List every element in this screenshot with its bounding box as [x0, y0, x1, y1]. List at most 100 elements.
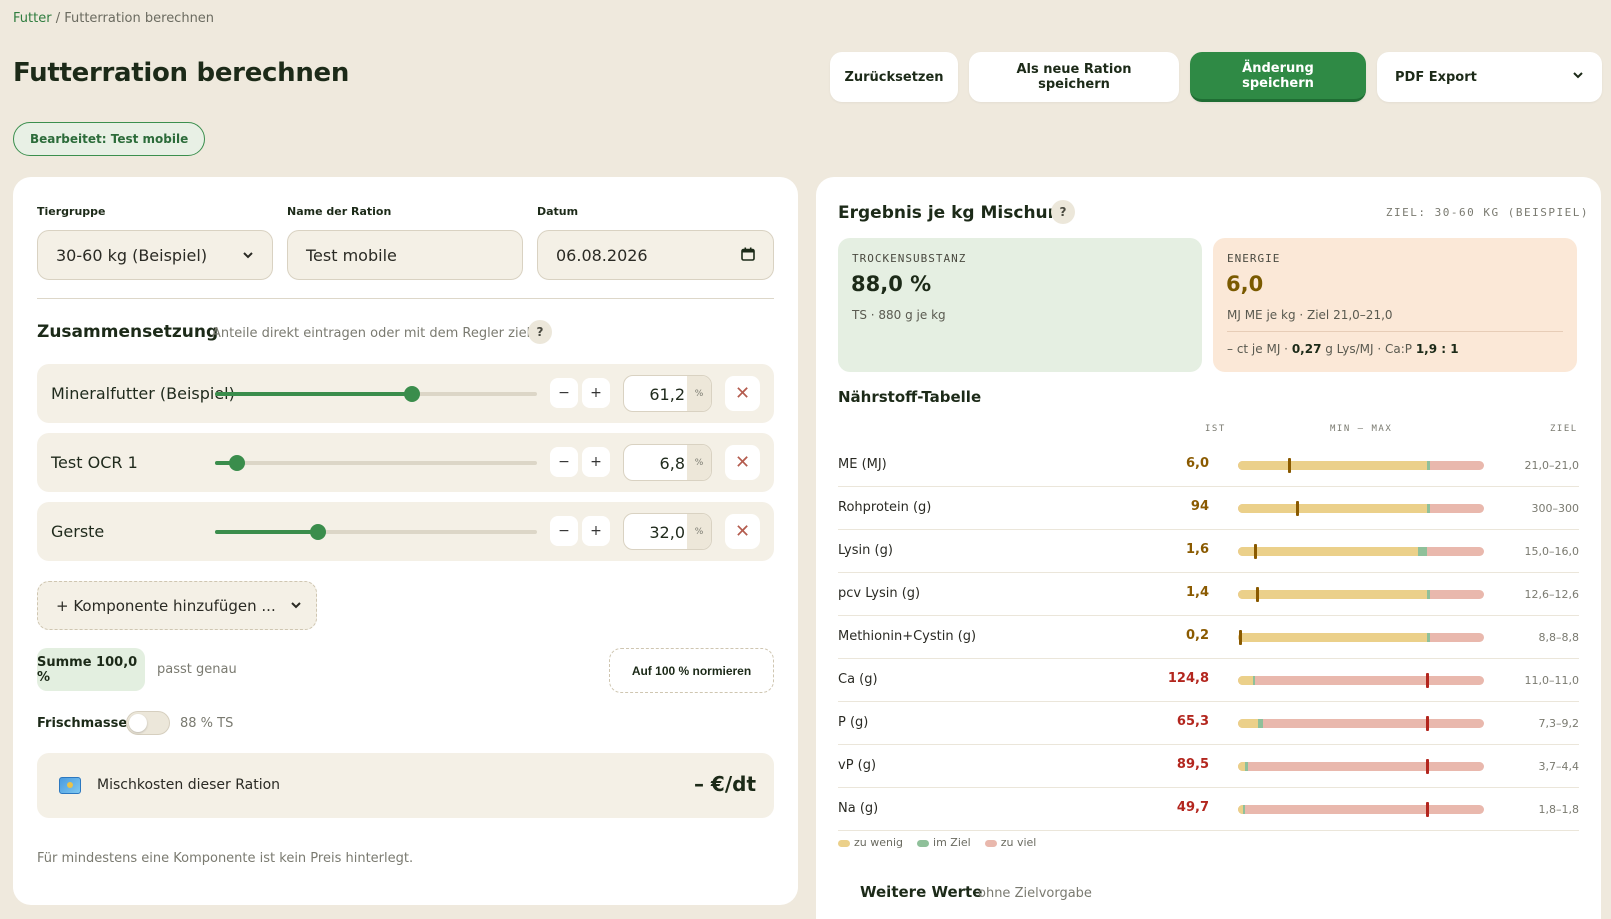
breadcrumb: Futter / Futterration berechnen	[13, 11, 214, 26]
lys-per-mj-value: 0,27	[1291, 342, 1322, 356]
range-target-segment	[1427, 633, 1430, 642]
component-row: Test OCR 1 − +6,8% ✕	[37, 433, 774, 492]
breadcrumb-current: Futterration berechnen	[64, 11, 215, 26]
breadcrumb-link-futter[interactable]: Futter	[13, 11, 52, 26]
component-slider[interactable]	[215, 386, 537, 402]
sum-badge: Summe 100,0 %	[37, 648, 145, 691]
nutrient-head-ist: IST	[1205, 424, 1226, 434]
remove-component-button[interactable]: ✕	[725, 514, 760, 549]
component-percent-input[interactable]: 6,8%	[623, 444, 712, 481]
nutrient-name: Na (g)	[838, 801, 879, 816]
increase-button[interactable]: +	[582, 447, 610, 477]
percent-unit: %	[687, 376, 711, 411]
ration-name-input[interactable]: Test mobile	[287, 230, 523, 280]
nutrient-ziel-value: 1,8–1,8	[1538, 803, 1580, 816]
chevron-down-icon	[1572, 69, 1584, 85]
datum-input[interactable]: 06.08.2026	[537, 230, 774, 280]
component-percent-input[interactable]: 61,2%	[623, 375, 712, 412]
component-row: Gerste − +32,0% ✕	[37, 502, 774, 561]
nutrient-range-bar	[1238, 805, 1484, 814]
component-slider[interactable]	[215, 455, 537, 471]
breadcrumb-separator: /	[55, 11, 61, 26]
nutrient-ist-value: 124,8	[1167, 671, 1209, 686]
component-name: Mineralfutter (Beispiel)	[51, 384, 235, 403]
energy-divider	[1227, 331, 1563, 332]
component-name: Test OCR 1	[51, 453, 138, 472]
more-values-subtitle: ohne Zielvorgabe	[978, 886, 1092, 901]
increase-button[interactable]: +	[582, 378, 610, 408]
pdf-export-select[interactable]: PDF Export	[1377, 52, 1602, 102]
nutrient-ist-marker	[1425, 673, 1429, 688]
nutrient-name: P (g)	[838, 715, 869, 730]
slider-handle[interactable]	[228, 455, 245, 471]
chevron-down-icon	[290, 597, 302, 615]
remove-component-button[interactable]: ✕	[725, 376, 760, 411]
decrease-button[interactable]: −	[550, 378, 578, 408]
component-percent-input[interactable]: 32,0%	[623, 513, 712, 550]
close-icon: ✕	[734, 383, 751, 404]
nutrient-head-ziel: ZIEL	[1550, 424, 1578, 434]
range-low-segment	[1238, 504, 1428, 513]
nutrient-ziel-value: 12,6–12,6	[1524, 588, 1579, 601]
nutrient-ist-value: 1,6	[1185, 542, 1209, 557]
result-target-label: ZIEL: 30-60 KG (BEISPIEL)	[1385, 206, 1589, 219]
normalize-button[interactable]: Auf 100 % normieren	[609, 648, 774, 693]
reset-button[interactable]: Zurücksetzen	[830, 52, 958, 102]
energy-extra: – ct je MJ · 0,27 g Lys/MJ · Ca:P 1,9 : …	[1227, 342, 1459, 356]
datum-value: 06.08.2026	[556, 245, 648, 265]
nutrient-range-bar	[1238, 719, 1484, 728]
nutrient-legend: zu wenig im Ziel zu viel	[838, 836, 1036, 849]
add-component-select[interactable]: + Komponente hinzufügen ...	[37, 581, 317, 630]
range-target-segment	[1252, 676, 1256, 685]
nutrient-row: Ca (g) 124,8 11,0–11,0	[838, 659, 1579, 702]
add-component-label: + Komponente hinzufügen ...	[56, 596, 276, 615]
range-low-segment	[1238, 676, 1253, 685]
tiergruppe-select[interactable]: 30-60 kg (Beispiel)	[37, 230, 273, 280]
slider-handle[interactable]	[310, 524, 327, 540]
range-low-segment	[1238, 547, 1418, 556]
energy-extra-mid: g Lys/MJ · Ca:P	[1321, 342, 1416, 356]
nutrient-ist-value: 89,5	[1176, 757, 1209, 772]
fresh-mass-label: Frischmasse	[37, 716, 128, 731]
calendar-icon[interactable]	[741, 246, 755, 265]
energy-extra-prefix: – ct je MJ ·	[1227, 342, 1292, 356]
increase-button[interactable]: +	[582, 516, 610, 546]
decrease-button[interactable]: −	[550, 516, 578, 546]
legend-label-low: zu wenig	[854, 836, 904, 849]
nutrient-range-bar	[1238, 762, 1484, 771]
legend-swatch-high	[984, 839, 997, 847]
mix-cost-label: Mischkosten dieser Ration	[97, 777, 281, 793]
composition-title: Zusammensetzung	[37, 322, 219, 342]
nutrient-head-range: MIN — MAX	[1330, 424, 1393, 434]
nutrient-ist-value: 0,2	[1185, 628, 1209, 643]
price-footnote: Für mindestens eine Komponente ist kein …	[37, 851, 414, 866]
composition-help-button[interactable]: ?	[528, 320, 552, 344]
chevron-down-icon	[242, 246, 254, 265]
nutrient-ist-marker	[1425, 802, 1429, 817]
nutrient-name: pcv Lysin (g)	[838, 586, 921, 601]
percent-unit: %	[687, 445, 711, 480]
fresh-mass-toggle[interactable]	[126, 711, 170, 735]
legend-label-high: zu viel	[1000, 836, 1037, 849]
range-low-segment	[1238, 762, 1246, 771]
decrease-button[interactable]: −	[550, 447, 578, 477]
tiergruppe-value: 30-60 kg (Beispiel)	[56, 245, 208, 265]
result-help-button[interactable]: ?	[1051, 200, 1075, 224]
nutrient-row: pcv Lysin (g) 1,4 12,6–12,6	[838, 573, 1579, 616]
nutrient-table-title: Nährstoff-Tabelle	[838, 388, 982, 406]
component-percent-value: 6,8	[659, 454, 685, 473]
save-changes-button[interactable]: Änderung speichern	[1190, 52, 1366, 102]
remove-component-button[interactable]: ✕	[725, 445, 760, 480]
nutrient-range-bar	[1238, 676, 1484, 685]
save-new-ration-button[interactable]: Als neue Ration speichern	[969, 52, 1179, 102]
nutrient-ist-marker	[1295, 501, 1299, 516]
tiergruppe-label: Tiergruppe	[37, 205, 106, 218]
component-percent-value: 61,2	[649, 385, 685, 404]
nutrient-ziel-value: 7,3–9,2	[1538, 717, 1580, 730]
component-slider[interactable]	[215, 524, 537, 540]
banknote-icon	[59, 777, 81, 794]
nutrient-row: ME (MJ) 6,0 21,0–21,0	[838, 444, 1579, 487]
energy-sub: MJ ME je kg · Ziel 21,0–21,0	[1227, 308, 1393, 322]
nutrient-range-bar	[1238, 547, 1484, 556]
slider-handle[interactable]	[404, 386, 421, 402]
